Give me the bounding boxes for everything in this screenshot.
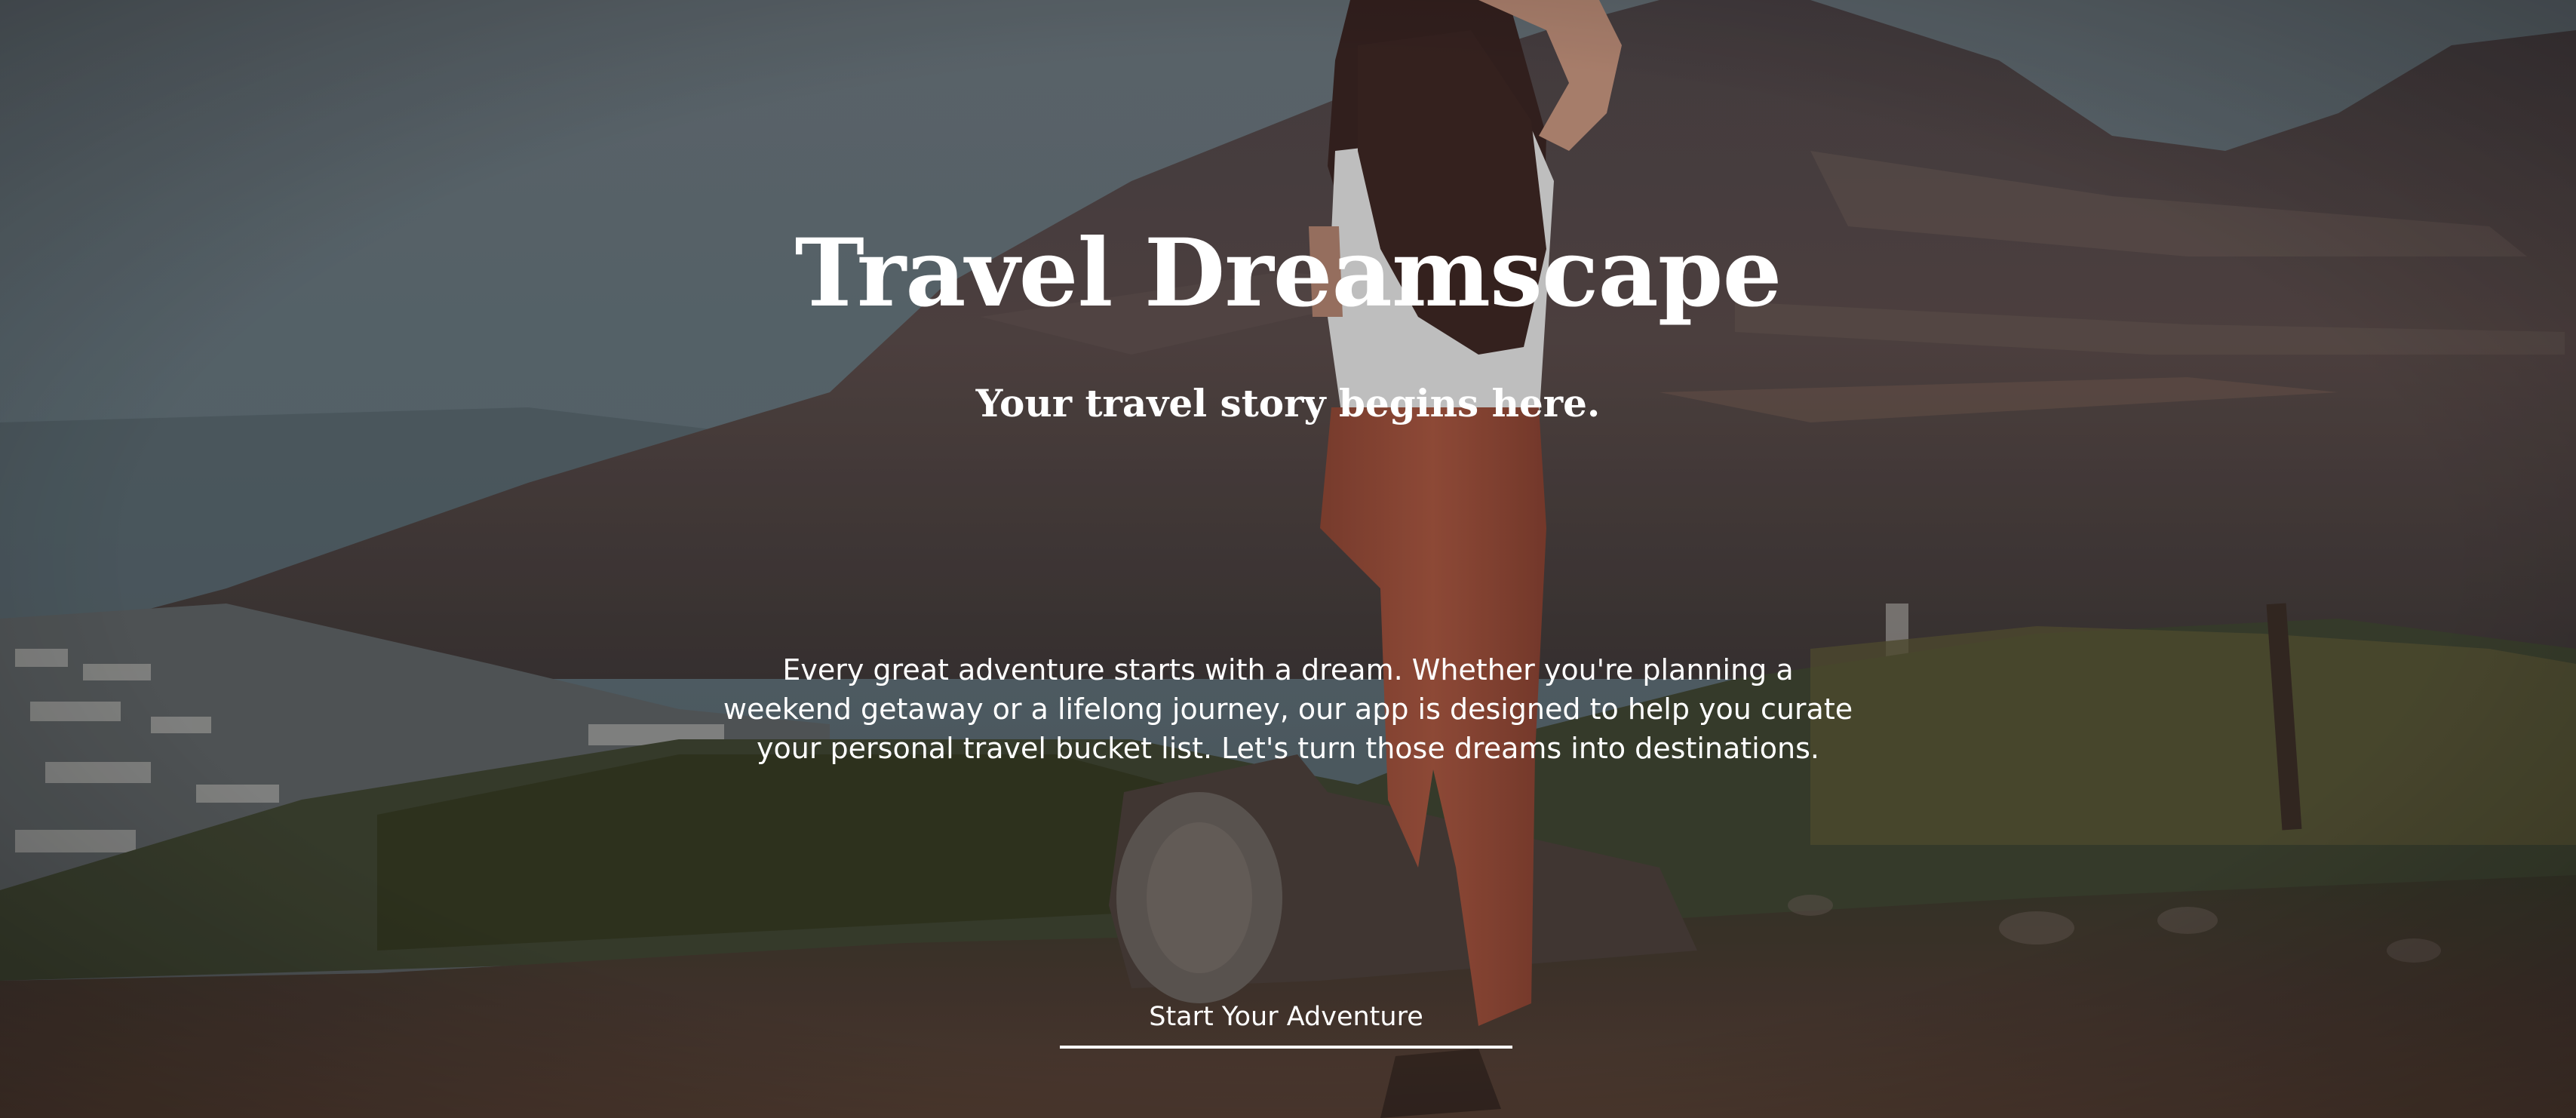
hero-overlay bbox=[0, 0, 2576, 1118]
hero-title: Travel Dreamscape bbox=[794, 219, 1782, 329]
start-adventure-button[interactable]: Start Your Adventure bbox=[1060, 988, 1512, 1049]
hero-subtitle: Your travel story begins here. bbox=[975, 380, 1601, 425]
hero-section: Travel Dreamscape Your travel story begi… bbox=[0, 0, 2576, 1118]
hero-description: Every great adventure starts with a drea… bbox=[723, 653, 1853, 765]
